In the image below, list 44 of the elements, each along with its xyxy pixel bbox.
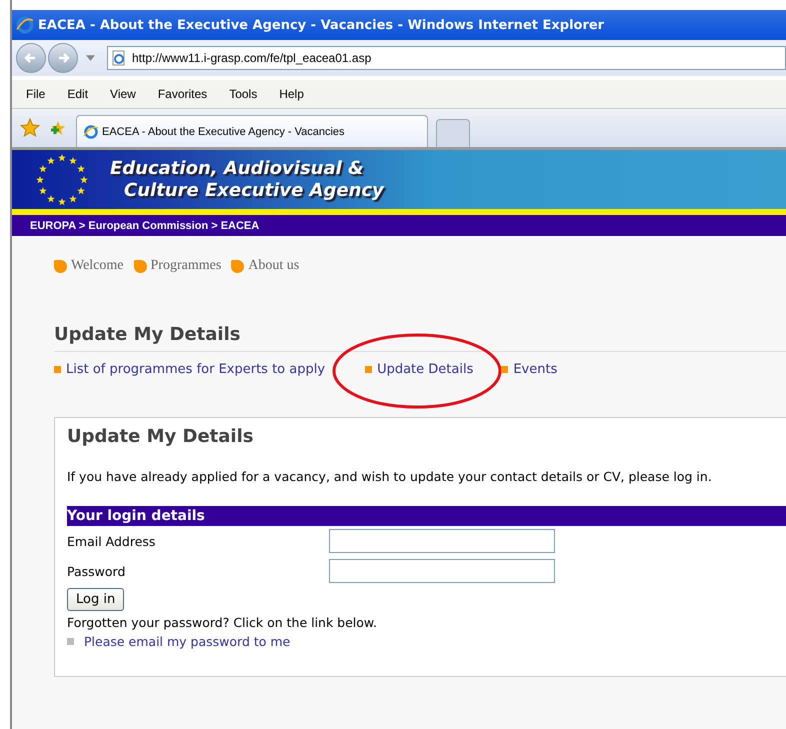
address-field[interactable]: http://www11.i-grasp.com/fe/tpl_eacea01.asp	[107, 46, 786, 70]
menu-item[interactable]: Help	[277, 86, 306, 102]
input-field[interactable]	[329, 529, 555, 553]
nav-link[interactable]: Welcome	[71, 258, 124, 274]
menu-item[interactable]: Edit	[65, 86, 90, 102]
section-link[interactable]: Events	[513, 362, 558, 377]
browser-logo-icon	[83, 124, 99, 140]
intro-text: If you have already applied for a vacancy, and wish to update your contact details or CV, please log in.	[67, 469, 713, 484]
menu-item[interactable]: File	[24, 86, 48, 102]
bullet-icon	[54, 366, 61, 373]
banner-title: Education, Audiovisual &	[110, 158, 365, 180]
dropdown-caret-icon[interactable]	[86, 55, 95, 61]
bullet-icon	[54, 260, 67, 272]
bullet-icon	[365, 366, 372, 373]
forward-button[interactable]	[48, 43, 78, 73]
nav-link[interactable]: Programmes	[150, 258, 222, 274]
field-label: Password	[67, 564, 126, 578]
menu-item[interactable]: Tools	[227, 86, 260, 102]
star-icon[interactable]	[20, 118, 40, 138]
page-icon	[111, 50, 127, 66]
browser-logo-icon	[16, 16, 34, 34]
bullet-icon	[231, 260, 244, 272]
back-button[interactable]	[16, 43, 46, 73]
login-button[interactable]: Log in	[67, 588, 124, 611]
field-label: Email Address	[67, 534, 156, 548]
section-link[interactable]: Update Details	[377, 362, 474, 377]
nav-link[interactable]: About us	[248, 258, 300, 274]
section-link[interactable]: List of programmes for Experts to apply	[66, 362, 326, 377]
new-tab-button[interactable]	[436, 119, 470, 147]
menu-item[interactable]: View	[108, 86, 138, 102]
bullet-icon	[134, 260, 147, 272]
password-link[interactable]: Please email my password to me	[84, 634, 290, 649]
panel-heading: Update My Details	[67, 426, 254, 447]
section-heading: Update My Details	[54, 324, 786, 352]
bullet-icon	[501, 366, 508, 373]
banner-title: Culture Executive Agency	[123, 180, 384, 202]
bullet-icon	[67, 638, 74, 645]
menu-item[interactable]: Favorites	[156, 86, 210, 102]
breadcrumb: EUROPA > European Commission > EACEA	[30, 220, 260, 232]
form-title: Your login details	[67, 508, 205, 524]
input-field[interactable]	[329, 559, 555, 583]
browser-tab[interactable]: EACEA - About the Executive Agency - Vacancies	[76, 115, 428, 147]
help-text: Forgotten your password? Click on the link below.	[67, 615, 378, 630]
window-title: EACEA - About the Executive Agency - Vacancies - Windows Internet Explorer	[38, 18, 604, 32]
